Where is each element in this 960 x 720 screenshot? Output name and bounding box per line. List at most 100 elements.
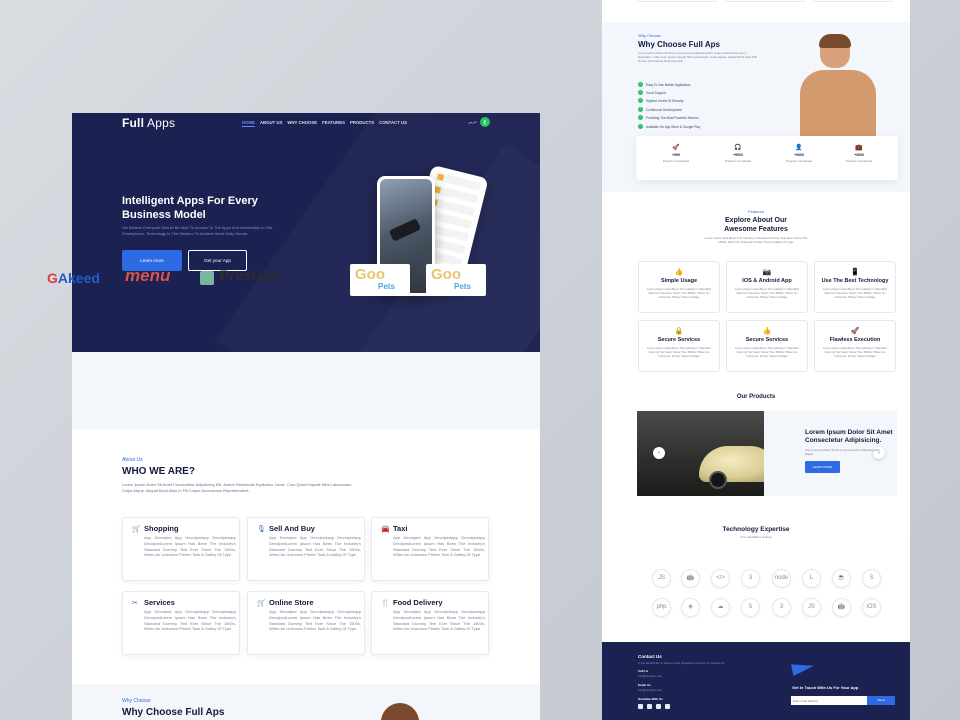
learn-more-button[interactable]: LEARN MORE bbox=[805, 461, 840, 473]
service-card-sell-buy[interactable]: 🎙 Sell And Buy App Devolped App Devolped… bbox=[247, 517, 365, 581]
language-icon[interactable]: ع bbox=[480, 117, 490, 127]
feature-card-flawless-execution[interactable]: 🚀 Flawless Execution Lorem Ipsum Has Been … bbox=[814, 320, 896, 372]
prev-arrow-icon[interactable]: ‹ bbox=[653, 447, 665, 459]
send-button[interactable]: Send bbox=[867, 696, 895, 705]
android-icon: 🤖 bbox=[832, 598, 851, 617]
check-item: ✓ Continuous Development bbox=[638, 107, 682, 112]
brand-goopets-logo: Goo Pets bbox=[350, 264, 410, 296]
footer-description: If You Would Like To Discuss Your Questi… bbox=[638, 661, 725, 665]
ionic-icon: ◈ bbox=[681, 598, 700, 617]
nav-features[interactable]: FEATURES bbox=[322, 120, 345, 127]
nav-products[interactable]: PRODUCTS bbox=[350, 120, 374, 127]
about-title: WHO WE ARE? bbox=[122, 466, 195, 477]
cart-icon: 🛒 bbox=[257, 600, 266, 607]
call-value[interactable]: info@full-apps.com bbox=[638, 674, 662, 678]
thumbs-up-icon: 👍 bbox=[674, 269, 684, 276]
php-icon: php bbox=[652, 598, 671, 617]
car-icon: 🚘 bbox=[381, 526, 390, 533]
hero-title: Intelligent Apps For Every Business Mode… bbox=[122, 195, 258, 221]
nav-home[interactable]: HOME bbox=[242, 120, 255, 127]
check-item: ✓ Highest Levels Of Security bbox=[638, 98, 684, 103]
features-title: Explore About Our Awesome Features bbox=[724, 217, 788, 233]
check-item: ✓ Available On App Store & Google Play bbox=[638, 124, 701, 129]
service-title: Shopping bbox=[144, 524, 179, 533]
mobile-icon: 📱 bbox=[850, 269, 860, 276]
product-slider: ‹ › Lorem Ipsum Dolor Sit Amet Consectet… bbox=[637, 411, 897, 496]
service-title: Services bbox=[144, 598, 175, 607]
person-photo bbox=[792, 34, 882, 136]
html-icon: </> bbox=[711, 569, 730, 588]
hero-description: We Believe Everyone Should Be Able To Ac… bbox=[122, 225, 273, 236]
service-card-services[interactable]: ✂ Services App Devolped App Devolpedapp … bbox=[122, 591, 240, 655]
paper-plane-icon bbox=[790, 659, 816, 677]
call-label: Call Us bbox=[638, 669, 649, 673]
service-description: App Devolped App Devolpedapp Devolpedapp… bbox=[144, 609, 236, 632]
nav-why-choose[interactable]: WHY CHOOSE bbox=[287, 120, 317, 127]
email-input[interactable] bbox=[791, 696, 867, 705]
product-title: Lorem Ipsum Dolor Sit Amet Consectetur A… bbox=[805, 429, 893, 444]
get-app-button[interactable]: Get your App bbox=[188, 250, 247, 271]
logo[interactable]: Full Apps bbox=[122, 116, 175, 130]
check-icon: ✓ bbox=[638, 115, 643, 120]
stat-item: 👤 +3000 Projects Completed bbox=[774, 144, 824, 163]
android-icon: 🤖 bbox=[681, 569, 700, 588]
service-card-online-store[interactable]: 🛒 Online Store App Devolped App Devolped… bbox=[247, 591, 365, 655]
footer-title: Contact Us bbox=[638, 654, 662, 659]
swift-icon: S bbox=[862, 569, 881, 588]
laravel-icon: L bbox=[802, 569, 821, 588]
cart-icon: 🛒 bbox=[132, 526, 141, 533]
why-choose-title: Why Choose Full Aps bbox=[638, 40, 720, 49]
check-icon: ✓ bbox=[638, 98, 643, 103]
why-choose-tag: Why Choose bbox=[122, 698, 151, 704]
feature-card-best-technology[interactable]: 📱 Use The Best Technology Lorem Ipsum Has … bbox=[814, 261, 896, 313]
feature-card-secure-services-2[interactable]: 👍 Secure Services Lorem Ipsum Has Been The… bbox=[726, 320, 808, 372]
js-icon: JS bbox=[802, 598, 821, 617]
language-label[interactable]: عربي bbox=[468, 119, 477, 124]
thumbs-up-icon: 👍 bbox=[762, 328, 772, 335]
tech-title: Technology Expertise bbox=[722, 526, 790, 533]
tools-icon: ✂ bbox=[132, 600, 138, 607]
check-icon: ✓ bbox=[638, 124, 643, 129]
top-cards bbox=[637, 0, 895, 4]
features-tag: Features bbox=[748, 209, 764, 214]
service-card-shopping[interactable]: 🛒 Shopping App Devolped App Devolpedapp … bbox=[122, 517, 240, 581]
nav-contact[interactable]: CONTACT US bbox=[379, 120, 407, 127]
check-item: ✓ Easy To Use Mobile Application bbox=[638, 82, 691, 87]
check-icon: ✓ bbox=[638, 90, 643, 95]
brand-prestige-logo: Prestige bbox=[219, 269, 280, 284]
stat-item: 💼 +3000 Projects Completed bbox=[834, 144, 884, 163]
brand-prestige-icon bbox=[200, 271, 214, 285]
main-nav: HOME ABOUT US WHY CHOOSE FEATURES PRODUC… bbox=[242, 120, 407, 127]
service-description: App Devolped App Devolpedapp Devolpedapp… bbox=[393, 535, 485, 558]
service-description: App Devolped App Devolpedapp Devolpedapp… bbox=[393, 609, 485, 632]
service-card-food-delivery[interactable]: 🍴 Food Delivery App Devolped App Devolpe… bbox=[371, 591, 489, 655]
stats-bar: 🚀 +999 Projects Completed 🎧 +9000 Projects C… bbox=[636, 136, 898, 180]
follow-label: Socialize With Us bbox=[638, 697, 663, 701]
email-value[interactable]: info@full-apps.com bbox=[638, 688, 662, 692]
nav-about[interactable]: ABOUT US bbox=[260, 120, 282, 127]
tech-subtitle: Our capabilities include bbox=[740, 535, 772, 539]
service-title: Sell And Buy bbox=[269, 524, 315, 533]
about-description: Lorem Ipsum Dolor Sit Amet Consectetur A… bbox=[122, 482, 352, 493]
service-card-taxi[interactable]: 🚘 Taxi App Devolped App Devolpedapp Devo… bbox=[371, 517, 489, 581]
why-choose-tag: Why Choose bbox=[638, 33, 661, 38]
utensils-icon: 🍴 bbox=[381, 600, 390, 607]
youtube-icon[interactable] bbox=[665, 704, 670, 709]
check-icon: ✓ bbox=[638, 82, 643, 87]
instagram-icon[interactable] bbox=[656, 704, 661, 709]
feature-card-simple-usage[interactable]: 👍 Simple Usage Lorem Ipsum Has Been The In… bbox=[638, 261, 720, 313]
footer: Contact Us If You Would Like To Discuss … bbox=[602, 642, 910, 720]
email-label: Email Us bbox=[638, 683, 651, 687]
java-icon: ☕ bbox=[832, 569, 851, 588]
twitter-icon[interactable] bbox=[647, 704, 652, 709]
brand-goopets-logo-2: Goo Pets bbox=[426, 264, 486, 296]
feature-card-ios-android[interactable]: 📷 IOS & Android App Lorem Ipsum Has Been T… bbox=[726, 261, 808, 313]
facebook-icon[interactable] bbox=[638, 704, 643, 709]
feature-card-secure-services[interactable]: 🔒 Secure Services Lorem Ipsum Has Been The… bbox=[638, 320, 720, 372]
why-choose-description: Lorem Ipsum Dolor Sit Amet Consectetur A… bbox=[638, 51, 757, 64]
why-choose-title: Why Choose Full Aps bbox=[122, 707, 225, 718]
stat-item: 🎧 +9000 Projects Completed bbox=[713, 144, 763, 163]
brand-menu-logo: menu bbox=[125, 266, 171, 285]
headset-icon: 🎧 bbox=[734, 145, 742, 151]
check-item: ✓ Providing The Most Powerful Servers bbox=[638, 115, 699, 120]
